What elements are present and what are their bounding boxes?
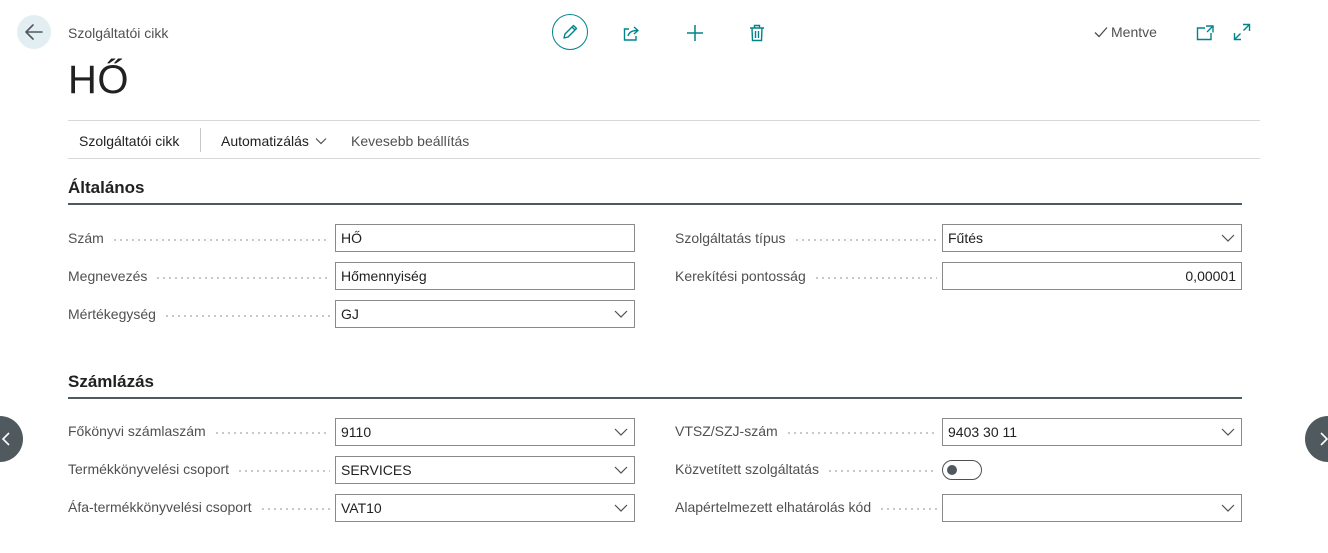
mediated-service-toggle[interactable]	[942, 460, 982, 480]
saved-label: Mentve	[1111, 24, 1157, 40]
share-icon	[623, 26, 639, 41]
label-description: Megnevezés	[68, 268, 330, 284]
check-icon	[1094, 27, 1108, 38]
arrow-left-icon	[25, 24, 43, 40]
description-field[interactable]: Hőmennyiség	[335, 262, 635, 290]
open-in-new-icon	[1196, 25, 1214, 41]
actionbar-bottom-divider	[68, 158, 1260, 159]
label-service-type: Szolgáltatás típus	[675, 230, 937, 246]
new-button[interactable]	[684, 22, 706, 44]
label-mediated-service: Közvetített szolgáltatás	[675, 461, 937, 477]
trash-icon	[750, 24, 764, 42]
rounding-field[interactable]: 0,00001	[942, 262, 1242, 290]
back-button[interactable]	[17, 15, 51, 49]
action-service-item[interactable]: Szolgáltatói cikk	[79, 133, 179, 149]
gl-account-select[interactable]: 9110	[335, 418, 635, 446]
previous-record-button[interactable]	[0, 416, 23, 462]
label-number: Szám	[68, 230, 330, 246]
expand-icon	[1233, 23, 1251, 41]
chevron-down-icon	[315, 138, 327, 145]
next-record-button[interactable]	[1305, 416, 1328, 462]
chevron-left-icon	[2, 432, 10, 446]
share-button[interactable]	[620, 22, 644, 44]
label-gl-account: Főkönyvi számlaszám	[68, 423, 330, 439]
label-gen-prod-group: Termékkönyvelési csoport	[68, 461, 330, 477]
label-uom: Mértékegység	[68, 306, 330, 322]
section-title-invoicing[interactable]: Számlázás	[68, 372, 154, 392]
chevron-down-icon	[1221, 234, 1235, 242]
label-tariff-no: VTSZ/SZJ-szám	[675, 423, 937, 439]
deferral-code-select[interactable]	[942, 494, 1242, 522]
page-title: HŐ	[68, 58, 129, 102]
open-new-window-button[interactable]	[1195, 23, 1215, 43]
label-vat-prod-group: Áfa-termékkönyvelési csoport	[68, 499, 330, 515]
vat-prod-group-select[interactable]: VAT10	[335, 494, 635, 522]
chevron-down-icon	[1221, 504, 1235, 512]
chevron-down-icon	[1221, 428, 1235, 436]
section-title-general[interactable]: Általános	[68, 178, 145, 198]
chevron-down-icon	[614, 310, 628, 318]
action-separator	[200, 128, 201, 152]
chevron-down-icon	[614, 428, 628, 436]
chevron-down-icon	[614, 466, 628, 474]
label-deferral-code: Alapértelmezett elhatárolás kód	[675, 499, 937, 515]
expand-button[interactable]	[1232, 22, 1252, 42]
uom-select[interactable]: GJ	[335, 300, 635, 328]
gen-prod-group-select[interactable]: SERVICES	[335, 456, 635, 484]
section-divider-general	[68, 203, 1242, 205]
delete-button[interactable]	[746, 22, 768, 44]
action-automate-label: Automatizálás	[221, 133, 309, 149]
chevron-down-icon	[614, 504, 628, 512]
edit-button[interactable]	[552, 14, 588, 50]
number-field[interactable]: HŐ	[335, 224, 635, 252]
plus-icon	[687, 25, 703, 41]
service-type-select[interactable]: Fűtés	[942, 224, 1242, 252]
breadcrumb: Szolgáltatói cikk	[68, 25, 169, 41]
saved-status: Mentve	[1094, 24, 1157, 40]
action-automate[interactable]: Automatizálás	[221, 133, 327, 149]
action-fewer-options[interactable]: Kevesebb beállítás	[351, 133, 469, 149]
tariff-no-select[interactable]: 9403 30 11	[942, 418, 1242, 446]
section-divider-invoicing	[68, 397, 1242, 399]
actionbar-top-divider	[68, 120, 1260, 121]
toggle-knob	[947, 465, 957, 475]
pencil-icon	[563, 24, 578, 39]
chevron-right-icon	[1320, 432, 1328, 446]
label-rounding: Kerekítési pontosság	[675, 268, 937, 284]
